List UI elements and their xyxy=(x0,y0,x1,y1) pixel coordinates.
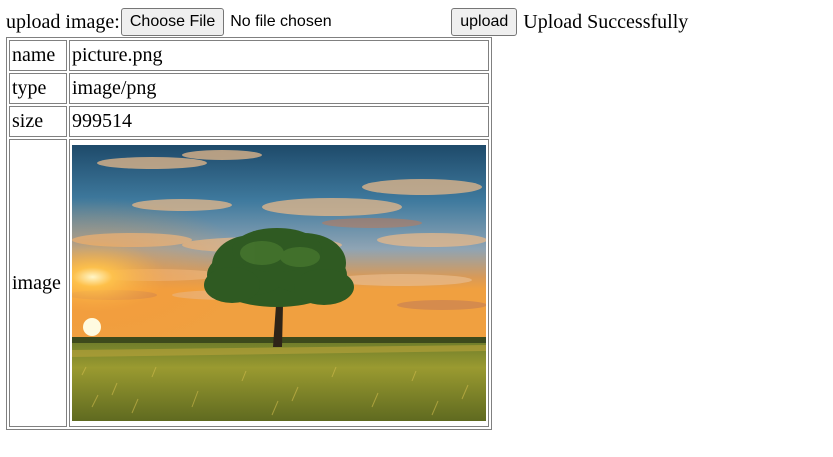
landscape-tree-sunset-image xyxy=(72,144,486,421)
name-key-cell: name xyxy=(9,40,67,71)
image-value-cell xyxy=(69,138,489,427)
file-status-text: No file chosen xyxy=(230,13,332,30)
file-info-table: name picture.png type image/png size 999… xyxy=(6,37,492,430)
choose-file-button[interactable]: Choose File xyxy=(120,8,225,36)
upload-form: upload image: Choose File No file chosen… xyxy=(6,7,688,37)
size-key-cell: size xyxy=(9,105,67,137)
table-row: size 999514 xyxy=(9,105,489,137)
name-value-cell: picture.png xyxy=(69,40,489,71)
table-row: name picture.png xyxy=(9,40,489,71)
size-value-cell: 999514 xyxy=(69,105,489,137)
upload-button[interactable]: upload xyxy=(451,8,518,36)
type-key-cell: type xyxy=(9,72,67,104)
table-row: type image/png xyxy=(9,72,489,104)
image-key-cell: image xyxy=(9,138,67,427)
table-row: image xyxy=(9,138,489,427)
upload-image-label: upload image: xyxy=(6,10,120,33)
upload-status-message: Upload Successfully xyxy=(523,10,689,33)
type-value-cell: image/png xyxy=(69,72,489,104)
